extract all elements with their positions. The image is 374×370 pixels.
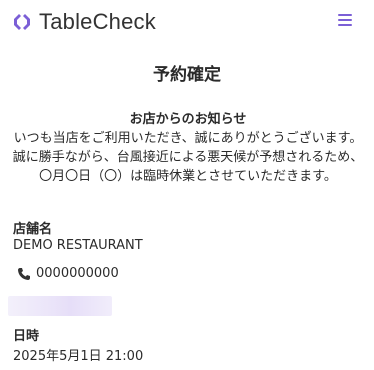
store-phone[interactable]: 0000000000 (17, 266, 119, 281)
app-header: TableCheck (0, 0, 374, 44)
store-name-label: 店舗名 (13, 222, 53, 237)
notice-line-2: 誠に勝手ながら、台風接近による悪天候が予想されるため、〇月〇日（〇）は臨時休業と… (12, 150, 364, 184)
store-name: DEMO RESTAURANT (13, 238, 143, 253)
tablecheck-logo-icon (14, 14, 30, 30)
blurred-content (8, 296, 112, 316)
notice-title: お店からのお知らせ (129, 112, 247, 127)
hamburger-menu-icon[interactable] (338, 14, 352, 28)
reservation-datetime: 2025年5月1日 21:00 (13, 349, 144, 364)
logo-text: TableCheck (39, 9, 156, 34)
phone-icon (18, 267, 30, 280)
tablecheck-logo[interactable]: TableCheck (12, 9, 156, 35)
datetime-label: 日時 (13, 329, 40, 344)
store-notice: お店からのお知らせ いつも当店をご利用いただき、誠にありがとうございます。 誠に… (12, 110, 364, 186)
phone-number: 0000000000 (36, 266, 119, 281)
notice-line-1: いつも当店をご利用いただき、誠にありがとうございます。 (13, 131, 363, 146)
page-title: 予約確定 (153, 65, 221, 85)
